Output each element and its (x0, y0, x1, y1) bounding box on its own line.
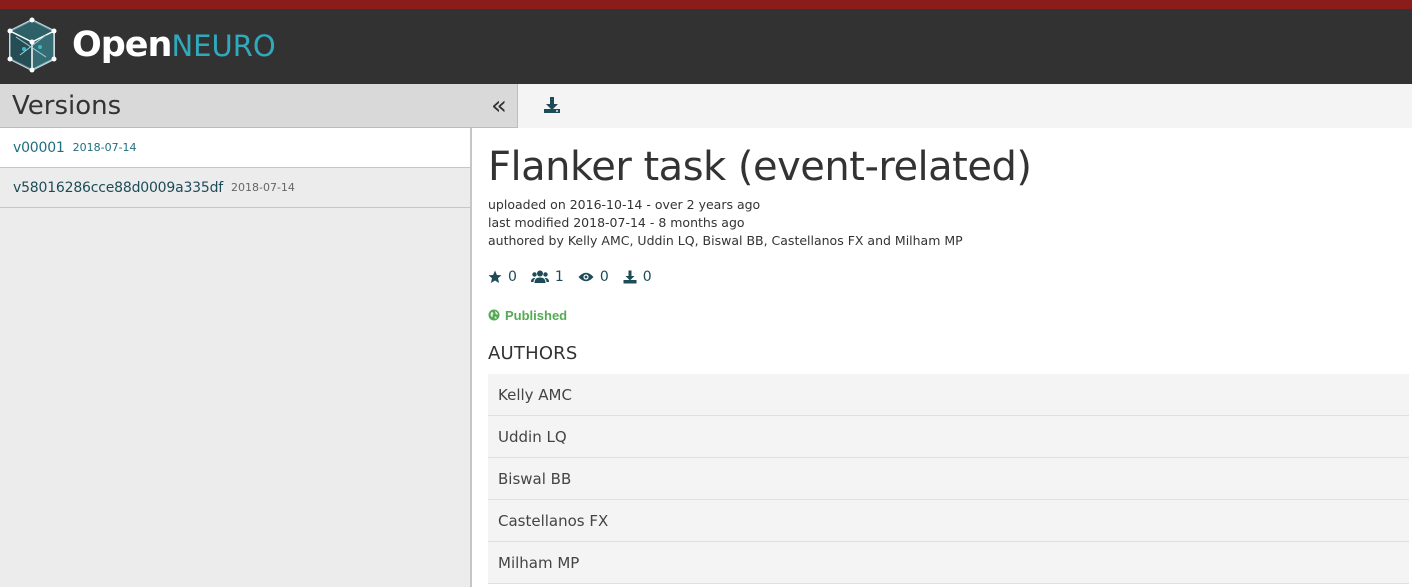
dataset-meta: uploaded on 2016-10-14 - over 2 years ag… (488, 196, 1410, 250)
downloads-stat[interactable]: 0 (623, 269, 652, 285)
logo-text-neuro: NEURO (171, 28, 276, 63)
versions-sidebar: Versions « v00001 2018-07-14 v58016286cc… (0, 84, 518, 587)
star-icon (488, 270, 502, 283)
top-accent-strip (0, 0, 1412, 9)
modified-date: last modified 2018-07-14 - 8 months ago (488, 215, 745, 230)
stars-count: 0 (508, 269, 517, 285)
sidebar-title: Versions (12, 91, 122, 121)
version-date: 2018-07-14 (231, 181, 295, 194)
version-item[interactable]: v58016286cce88d0009a335df 2018-07-14 (0, 168, 470, 208)
author-row: Castellanos FX (488, 500, 1409, 542)
author-row: Milham MP (488, 542, 1409, 584)
globe-icon (488, 309, 500, 321)
navbar: OpenNEURO (0, 9, 1412, 84)
author-row: Biswal BB (488, 458, 1409, 500)
stars-stat[interactable]: 0 (488, 269, 517, 285)
version-date: 2018-07-14 (72, 141, 137, 154)
brain-cube-logo-icon (7, 17, 57, 73)
views-count: 0 (599, 269, 609, 285)
download-icon[interactable] (542, 95, 562, 115)
version-item[interactable]: v00001 2018-07-14 (0, 128, 470, 168)
double-chevron-left-icon[interactable]: « (484, 92, 514, 120)
authored-by: authored by Kelly AMC, Uddin LQ, Biswal … (488, 233, 963, 248)
eye-icon (578, 272, 594, 282)
openneuro-logo[interactable]: OpenNEURO (6, 15, 276, 75)
download-icon (623, 270, 637, 284)
dataset-stats: 0 1 0 0 (488, 267, 1410, 287)
logo-text-open: Open (72, 24, 172, 65)
published-label: Published (505, 307, 568, 323)
downloads-count: 0 (642, 269, 652, 285)
users-icon (530, 270, 549, 283)
author-row: Uddin LQ (488, 416, 1409, 458)
followers-stat[interactable]: 1 (530, 269, 564, 285)
published-status: Published (488, 306, 1410, 324)
logo-text: OpenNEURO (72, 24, 276, 65)
dataset-toolbar (518, 84, 1412, 128)
version-name: v00001 (13, 139, 65, 156)
version-name: v58016286cce88d0009a335df (13, 179, 223, 196)
views-stat[interactable]: 0 (578, 269, 609, 285)
dataset-content: Flanker task (event-related) uploaded on… (488, 128, 1410, 584)
uploaded-date: uploaded on 2016-10-14 - over 2 years ag… (488, 197, 761, 212)
authors-heading: AUTHORS (488, 343, 578, 364)
authors-list: Kelly AMC Uddin LQ Biswal BB Castellanos… (488, 374, 1409, 584)
author-row: Kelly AMC (488, 374, 1409, 416)
version-list: v00001 2018-07-14 v58016286cce88d0009a33… (0, 128, 470, 208)
dataset-title: Flanker task (event-related) (488, 144, 1032, 190)
sidebar-header: Versions « (0, 84, 518, 128)
followers-count: 1 (554, 269, 564, 285)
